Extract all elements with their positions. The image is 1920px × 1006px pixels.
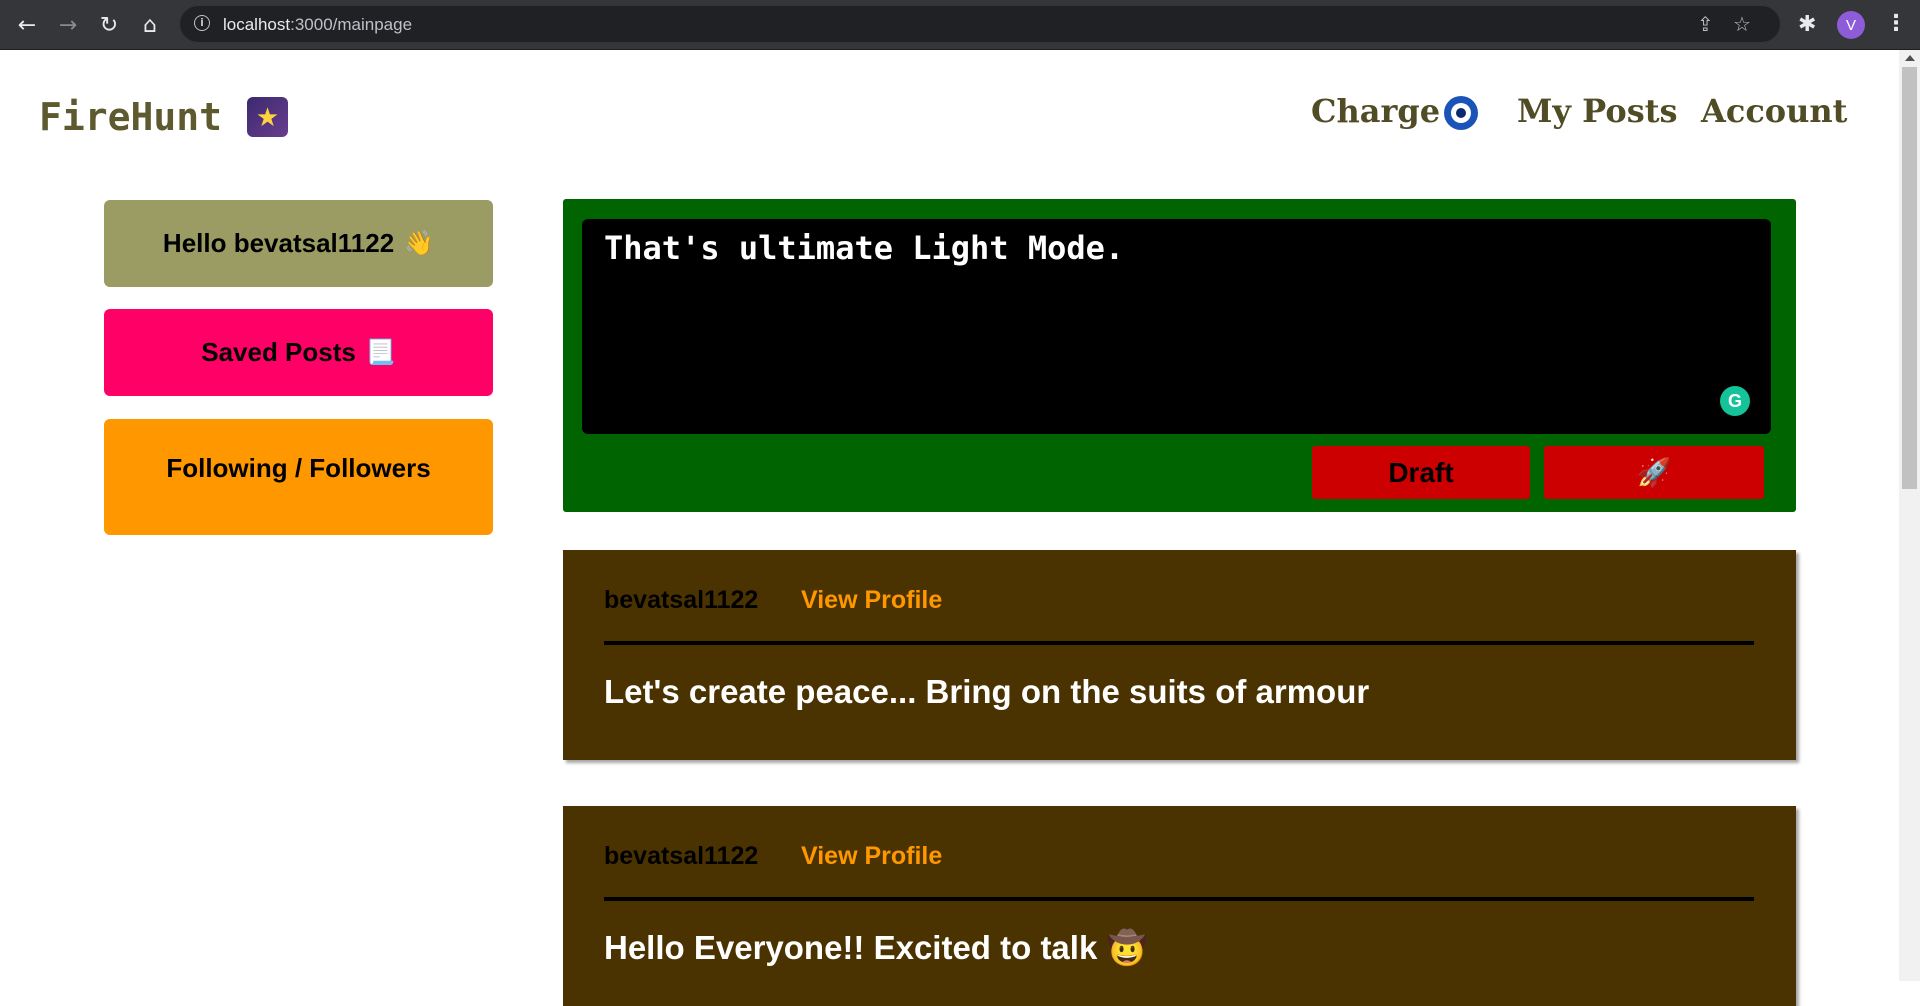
following-followers-label: Following / Followers (166, 453, 431, 483)
greeting-card: Hello bevatsal1122 👋 (104, 200, 493, 287)
post-input[interactable] (582, 219, 1771, 434)
post-card: bevatsal1122 View Profile Let's create p… (563, 550, 1796, 760)
nav-charge[interactable]: Charge (1311, 92, 1440, 130)
nazar-eye-icon (1444, 96, 1478, 130)
url-path: :3000/mainpage (290, 15, 413, 34)
post-author: bevatsal1122 (604, 842, 759, 870)
reload-icon[interactable]: ↻ (94, 10, 124, 40)
page-icon: 📃 (365, 339, 396, 366)
post-card: bevatsal1122 View Profile Hello Everyone… (563, 806, 1796, 1006)
waving-hand-icon: 👋 (404, 230, 435, 257)
post-divider (604, 641, 1754, 645)
browser-toolbar: ← → ↻ ⌂ i localhost:3000/mainpage ⇪ ☆ ✱ … (0, 0, 1920, 50)
site-logo[interactable]: FireHunt (39, 95, 222, 139)
back-icon[interactable]: ← (12, 10, 42, 40)
saved-posts-button[interactable]: Saved Posts 📃 (104, 309, 493, 396)
draft-button[interactable]: Draft (1312, 446, 1530, 499)
post-content: Hello Everyone!! Excited to talk 🤠 (604, 929, 1148, 966)
profile-avatar[interactable]: V (1837, 11, 1865, 39)
nav-account[interactable]: Account (1701, 92, 1847, 130)
home-icon[interactable]: ⌂ (135, 10, 165, 40)
post-divider (604, 897, 1754, 901)
post-content: Let's create peace... Bring on the suits… (604, 673, 1370, 710)
saved-posts-label: Saved Posts (201, 337, 356, 367)
bookmark-star-icon[interactable]: ☆ (1733, 12, 1751, 36)
nav-my-posts[interactable]: My Posts (1517, 92, 1678, 130)
browser-menu-icon[interactable]: ⋮ (1885, 11, 1907, 36)
scroll-up-icon[interactable] (1905, 55, 1915, 61)
following-followers-button[interactable]: Following / Followers (104, 419, 493, 535)
view-profile-link[interactable]: View Profile (801, 586, 942, 615)
post-rocket-button[interactable]: 🚀 (1544, 446, 1764, 499)
grammarly-icon[interactable]: G (1720, 386, 1750, 416)
site-info-icon[interactable]: i (194, 15, 210, 31)
url-host: localhost (223, 15, 291, 34)
address-bar[interactable]: i localhost:3000/mainpage ⇪ ☆ (180, 6, 1780, 42)
forward-icon[interactable]: → (53, 10, 83, 40)
greeting-text: Hello bevatsal1122 (162, 228, 395, 258)
post-author: bevatsal1122 (604, 586, 759, 614)
extensions-puzzle-icon[interactable]: ✱ (1798, 12, 1816, 37)
view-profile-link[interactable]: View Profile (801, 842, 942, 871)
share-icon[interactable]: ⇪ (1697, 12, 1714, 36)
scrollbar-thumb[interactable] (1902, 67, 1917, 489)
page-scrollbar[interactable] (1899, 50, 1920, 981)
url-text[interactable]: localhost:3000/mainpage (223, 15, 412, 35)
rocket-icon: 🚀 (1636, 457, 1672, 488)
shooting-star-icon: ★ (247, 97, 288, 137)
